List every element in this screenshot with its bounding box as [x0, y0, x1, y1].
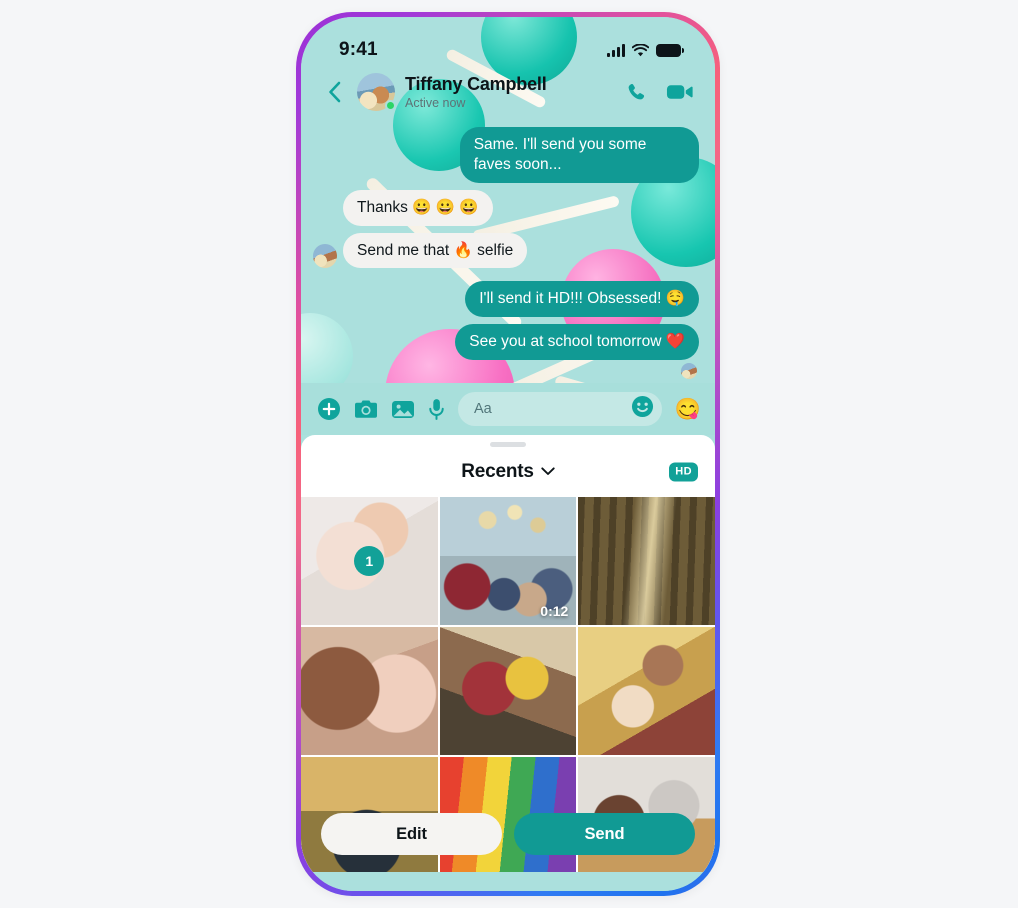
photo-thumbnail	[301, 627, 438, 756]
selection-count-badge: 1	[354, 546, 385, 577]
photo-thumbnail	[578, 627, 715, 756]
wifi-icon	[632, 43, 649, 56]
message-bubble-outgoing[interactable]: See you at school tomorrow ❤️	[455, 324, 699, 360]
video-call-icon[interactable]	[666, 82, 693, 102]
message-bubble-incoming[interactable]: Send me that 🔥 selfie	[343, 232, 528, 269]
plus-circle-icon[interactable]	[317, 397, 341, 421]
send-button[interactable]: Send	[514, 813, 695, 855]
message-bubble-incoming[interactable]: Thanks 😀 😀 😀	[343, 189, 493, 226]
message-row: Thanks 😀 😀 😀	[313, 189, 699, 226]
camera-icon[interactable]	[354, 399, 378, 420]
header-actions	[625, 81, 693, 104]
phone-call-icon[interactable]	[625, 81, 648, 104]
phone-screen: 9:41 Tiffany Campbell Active now Same. I…	[301, 17, 715, 891]
photo-gallery-icon[interactable]	[391, 399, 415, 420]
avatar[interactable]	[357, 73, 396, 111]
message-row: See you at school tomorrow ❤️	[313, 324, 699, 360]
photo-thumbnail	[578, 497, 715, 626]
message-row: I'll send it HD!!! Obsessed! 🤤	[313, 281, 699, 318]
gallery-sheet-header: Recents HD	[301, 447, 715, 497]
message-input-field[interactable]: Aa	[458, 392, 662, 426]
message-row: Send me that 🔥 selfie	[313, 232, 699, 269]
album-selector[interactable]: Recents	[461, 461, 555, 483]
peer-info[interactable]: Tiffany Campbell Active now	[405, 74, 615, 110]
read-receipt-avatar	[681, 363, 697, 379]
read-receipt	[313, 363, 699, 379]
phone-device-frame: 9:41 Tiffany Campbell Active now Same. I…	[296, 12, 720, 896]
chevron-down-icon	[541, 467, 555, 476]
screenshot-canvas: 9:41 Tiffany Campbell Active now Same. I…	[0, 0, 1018, 908]
message-input-placeholder: Aa	[474, 401, 492, 417]
photo-grid-item[interactable]	[439, 627, 577, 756]
photo-grid-item[interactable]	[578, 627, 715, 756]
peer-name: Tiffany Campbell	[405, 73, 547, 94]
photo-grid-item[interactable]	[578, 497, 715, 626]
message-bubble-outgoing[interactable]: Same. I'll send you some faves soon...	[459, 127, 699, 183]
gallery-bottom-sheet: Recents HD 1 0:12	[301, 435, 715, 872]
quick-emoji-button[interactable]: 😋	[675, 399, 701, 420]
album-title: Recents	[461, 460, 534, 482]
gallery-action-bar: Edit Send	[301, 813, 715, 855]
back-chevron-icon[interactable]	[321, 77, 347, 107]
photo-grid-item[interactable]	[301, 627, 438, 756]
cellular-signal-icon	[607, 43, 625, 57]
message-list[interactable]: Same. I'll send you some faves soon... T…	[301, 121, 715, 383]
status-time: 9:41	[339, 39, 378, 60]
status-indicators	[607, 43, 684, 57]
chat-header: Tiffany Campbell Active now	[301, 69, 715, 121]
photo-grid-item[interactable]: 0:12	[439, 497, 577, 626]
message-row: Same. I'll send you some faves soon...	[313, 127, 699, 183]
microphone-icon[interactable]	[428, 398, 445, 421]
edit-button[interactable]: Edit	[321, 813, 502, 855]
message-composer: Aa 😋	[301, 383, 715, 435]
message-bubble-outgoing[interactable]: I'll send it HD!!! Obsessed! 🤤	[465, 281, 699, 318]
smiley-sticker-icon[interactable]	[631, 395, 654, 423]
status-bar: 9:41	[301, 17, 715, 69]
peer-status: Active now	[405, 96, 466, 111]
photo-grid-item[interactable]: 1	[301, 497, 438, 626]
photo-thumbnail	[439, 627, 577, 756]
battery-icon	[656, 43, 684, 57]
video-duration-label: 0:12	[540, 603, 569, 620]
hd-quality-badge[interactable]: HD	[669, 462, 698, 482]
online-status-dot	[385, 100, 396, 111]
sender-avatar	[313, 244, 337, 269]
